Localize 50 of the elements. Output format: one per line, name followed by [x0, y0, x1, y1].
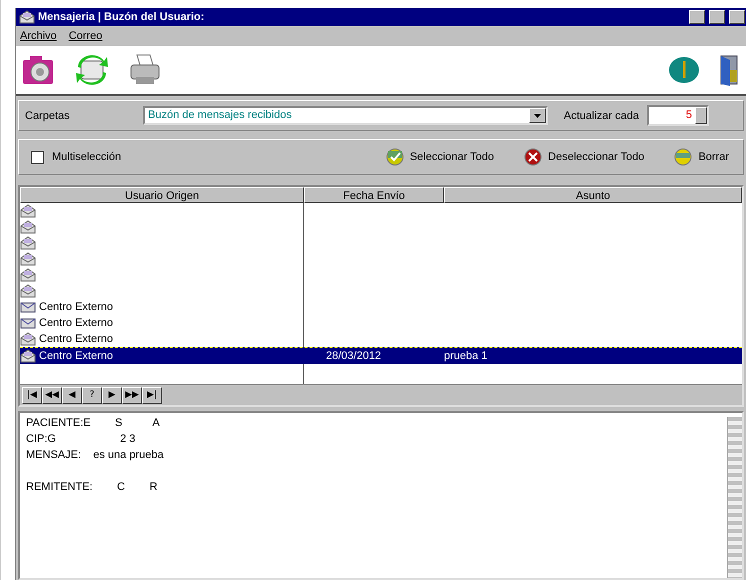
table-cell: Centro Externo [39, 350, 113, 362]
navigator-button[interactable]: ▶▶ [122, 386, 142, 404]
scrollbar[interactable] [727, 417, 742, 578]
camera-icon[interactable] [22, 54, 56, 86]
menu-item[interactable]: Archivo [20, 30, 57, 42]
dropdown-arrow-icon[interactable] [534, 114, 541, 118]
column-header[interactable]: Asunto [444, 187, 742, 203]
navigator-button[interactable]: ? [82, 386, 102, 404]
refresh-spinner[interactable]: 5 [647, 105, 709, 126]
menu-item[interactable]: Correo [68, 30, 102, 42]
column-header[interactable]: Fecha Envío [304, 187, 444, 203]
navigator-button[interactable]: ▶ [102, 386, 122, 404]
folders-label: Carpetas [25, 110, 71, 122]
navigator-button[interactable]: |◀ [22, 386, 42, 404]
message-row[interactable]: Centro Externo [20, 315, 742, 331]
message-row[interactable]: Centro Externo [20, 299, 742, 315]
message-line: MENSAJE: es una prueba [26, 449, 164, 461]
action-button[interactable]: Borrar [666, 148, 737, 166]
refresh-label: Actualizar cada [564, 110, 639, 122]
window-title: Mensajeria | Buzón del Usuario: [38, 11, 206, 23]
info-icon[interactable] [668, 56, 700, 84]
column-header[interactable]: Usuario Origen [20, 187, 304, 203]
open-envelope-icon [19, 10, 35, 24]
message-row[interactable]: Centro Externo 28/03/2012 prueba 1 [20, 347, 742, 364]
folder-dropdown[interactable]: Buzón de mensajes recibidos [143, 106, 548, 125]
close-button[interactable] [729, 10, 745, 24]
message-line: CIP:G 2 3 [26, 433, 136, 445]
table-cell: prueba 1 [444, 350, 488, 362]
maximize-button[interactable] [709, 10, 725, 24]
sender-line: REMITENTE: C R [26, 481, 158, 493]
table-cell: Centro Externo [39, 333, 113, 345]
action-button[interactable]: Deseleccionar Todo [516, 148, 652, 166]
navigator-button[interactable]: ▶| [142, 386, 162, 404]
navigator-button[interactable]: ◀◀ [42, 386, 62, 404]
table-cell: Centro Externo [39, 317, 113, 329]
exit-door-icon[interactable] [718, 54, 740, 86]
message-row[interactable]: Centro Externo [20, 331, 742, 347]
printer-icon[interactable] [128, 53, 162, 87]
sync-icon[interactable] [74, 53, 110, 87]
select-all-icon [386, 148, 404, 166]
deselect-all-icon [524, 148, 542, 166]
checkbox-label: Multiselección [52, 151, 122, 163]
action-button[interactable]: Seleccionar Todo [378, 148, 502, 166]
minimize-button[interactable] [689, 10, 705, 24]
table-cell: Centro Externo [39, 301, 113, 313]
navigator-button[interactable]: ◀ [62, 386, 82, 404]
checkbox[interactable] [31, 150, 44, 164]
message-line: PACIENTE:E S A [26, 417, 160, 429]
delete-icon [674, 148, 692, 166]
table-cell-text: 28/03/2012 [325, 350, 382, 362]
